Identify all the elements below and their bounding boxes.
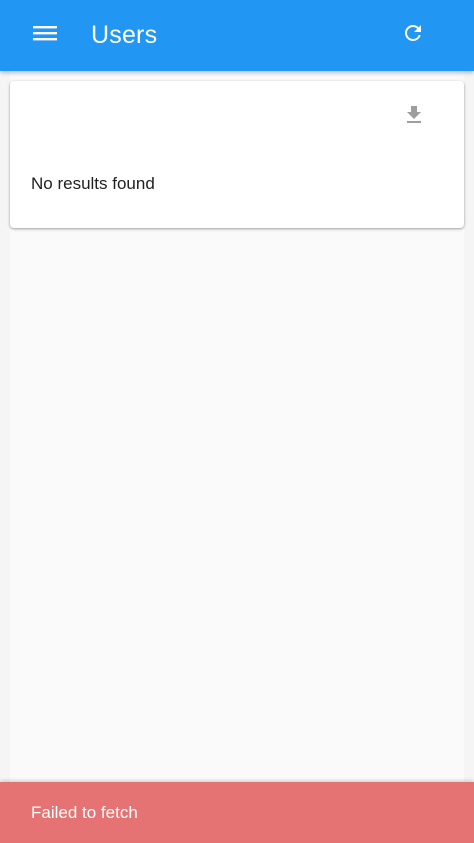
download-button[interactable] — [398, 101, 430, 133]
error-snackbar: Failed to fetch — [0, 782, 474, 843]
users-card: No results found — [10, 81, 464, 228]
refresh-button[interactable] — [390, 12, 436, 58]
empty-state-message: No results found — [31, 174, 155, 193]
refresh-icon — [401, 21, 425, 50]
menu-icon — [33, 21, 57, 50]
snackbar-message: Failed to fetch — [31, 803, 138, 822]
menu-button[interactable] — [22, 12, 68, 58]
download-icon — [402, 103, 426, 132]
app-bar: Users — [0, 0, 474, 71]
page-title: Users — [91, 21, 158, 49]
